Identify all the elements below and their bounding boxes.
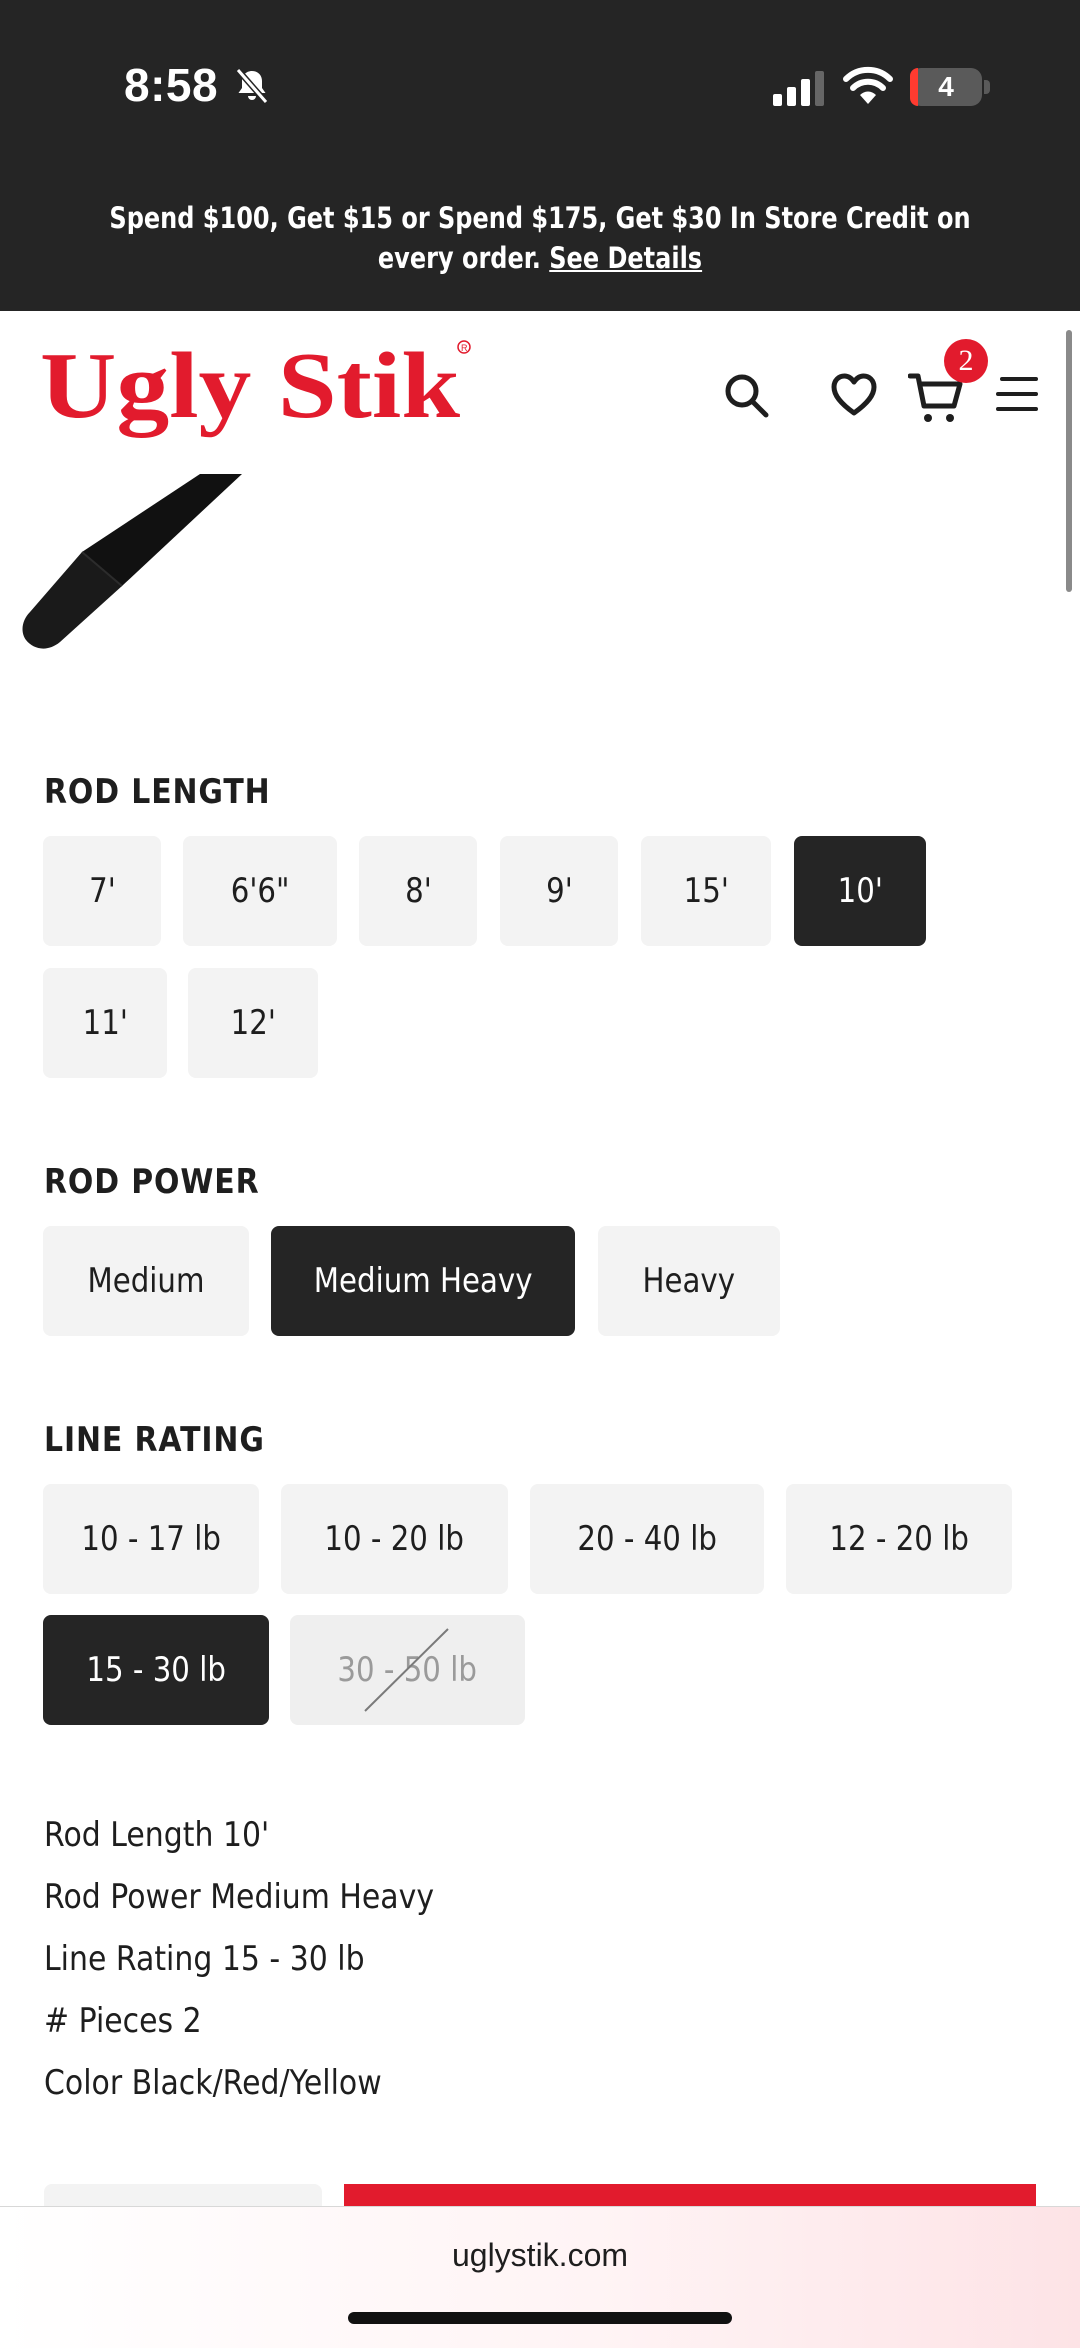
rod-power-option[interactable]: Medium [43,1226,249,1336]
cellular-signal-icon [773,71,824,106]
battery-percent: 4 [938,71,954,102]
summary-color: Color Black/Red/Yellow [44,2063,382,2103]
menu-button[interactable] [994,369,1040,419]
rod-length-option[interactable]: 8' [359,836,477,946]
top-banner: 8:58 4 Spend $100, Get $15 or Spend $175… [0,0,1080,311]
bell-slash-icon [235,68,269,104]
line-rating-option-selected[interactable]: 15 - 30 lb [43,1615,269,1725]
line-rating-option[interactable]: 10 - 17 lb [43,1484,259,1594]
promo-text: Spend $100, Get $15 or Spend $175, Get $… [109,201,971,275]
summary-line-rating: Line Rating 15 - 30 lb [44,1939,365,1979]
rod-length-option-selected[interactable]: 10' [794,836,926,946]
rod-length-title: ROD LENGTH [44,772,271,812]
product-image [22,474,242,649]
wifi-icon [843,66,893,104]
battery-icon: 4 [910,68,982,106]
rod-length-option[interactable]: 7' [43,836,161,946]
rod-length-option[interactable]: 6'6" [183,836,337,946]
wishlist-button[interactable] [826,367,882,423]
rod-power-title: ROD POWER [44,1162,260,1202]
line-rating-option[interactable]: 10 - 20 lb [281,1484,508,1594]
line-rating-option[interactable]: 12 - 20 lb [786,1484,1012,1594]
search-icon [725,374,769,418]
summary-pieces: # Pieces 2 [44,2001,202,2041]
site-header: Ugly Stik R 2 [0,311,1080,471]
rod-power-option-selected[interactable]: Medium Heavy [271,1226,575,1336]
search-button[interactable] [718,367,774,423]
line-rating-option-unavailable[interactable]: 30 - 50 lb [290,1615,525,1725]
rod-length-option[interactable]: 15' [641,836,771,946]
promo-banner: Spend $100, Get $15 or Spend $175, Get $… [71,198,1009,278]
page-scrollbar[interactable] [1066,330,1072,592]
heart-icon [831,373,877,416]
status-time: 8:58 [124,59,219,111]
browser-address-bar[interactable]: uglystik.com [0,2206,1080,2348]
line-rating-title: LINE RATING [44,1420,265,1460]
see-details-link[interactable]: See Details [549,241,702,275]
rod-length-option[interactable]: 12' [188,968,318,1078]
rod-length-option[interactable]: 11' [43,968,167,1078]
summary-rod-length: Rod Length 10' [44,1815,270,1855]
home-indicator[interactable] [348,2312,732,2324]
line-rating-option[interactable]: 20 - 40 lb [530,1484,764,1594]
rod-power-option[interactable]: Heavy [598,1226,780,1336]
variant-summary: Rod Length 10' Rod Power Medium Heavy Li… [44,1804,944,2114]
menu-icon [996,377,1038,411]
logo-text: Ugly Stik [40,334,461,438]
cart-count-badge: 2 [944,339,988,383]
svg-text:R: R [461,343,468,353]
url-text[interactable]: uglystik.com [0,2237,1080,2274]
battery-nub [984,80,990,94]
ugly-stik-logo[interactable]: Ugly Stik R [40,333,480,443]
summary-rod-power: Rod Power Medium Heavy [44,1877,435,1917]
unavailable-strike [364,1628,449,1712]
rod-length-option[interactable]: 9' [500,836,618,946]
